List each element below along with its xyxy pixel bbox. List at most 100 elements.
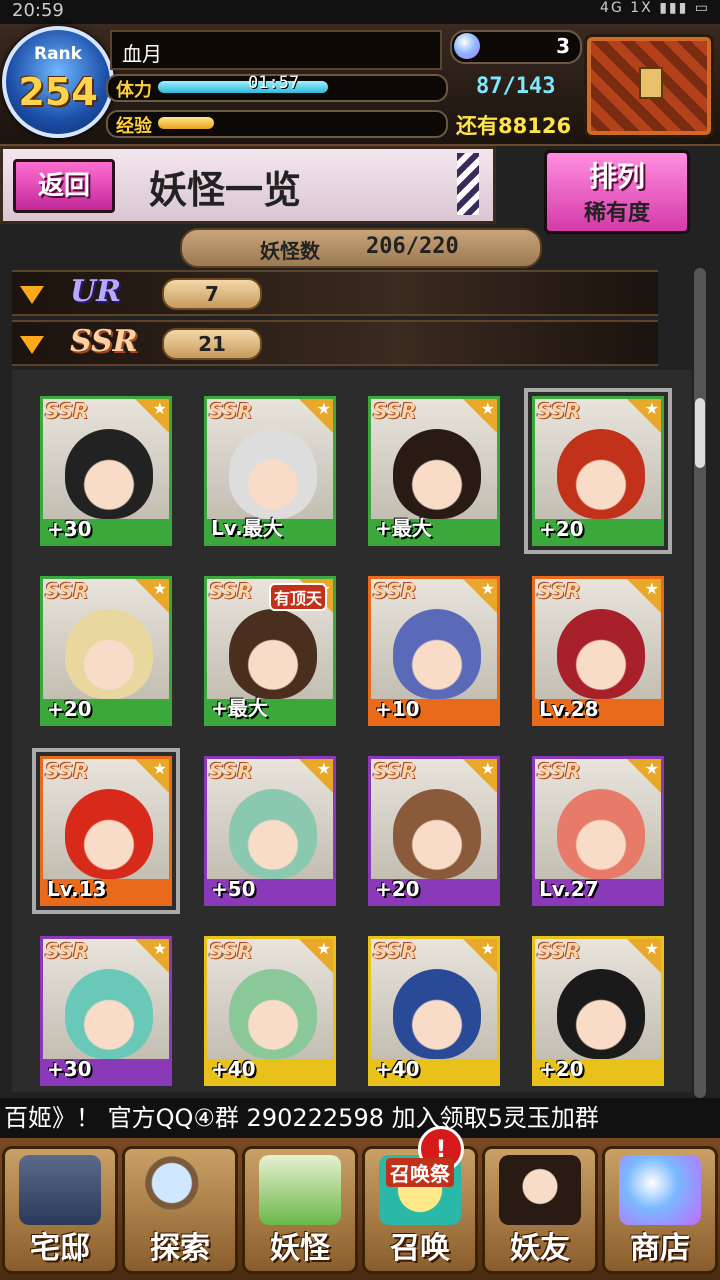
yokai-count-label: 妖怪数	[260, 239, 320, 263]
star-icon	[627, 579, 661, 613]
yokai-card[interactable]: SSR Lv.27	[532, 756, 664, 906]
nav-scroll[interactable]: 妖怪	[242, 1146, 358, 1274]
house-icon	[19, 1155, 101, 1225]
orb-icon	[619, 1155, 701, 1225]
card-rarity: SSR	[537, 939, 581, 963]
yokai-portrait	[557, 789, 645, 879]
card-level: +20	[47, 697, 92, 721]
item-chest-icon[interactable]	[584, 34, 714, 138]
title-decoration	[457, 153, 479, 215]
yokai-card[interactable]: SSR Lv.最大	[204, 396, 336, 546]
nav-friend[interactable]: 妖友	[482, 1146, 598, 1274]
expand-arrow-icon	[20, 286, 44, 304]
card-rarity: SSR	[209, 579, 253, 603]
rank-badge[interactable]: Rank 254	[2, 26, 114, 138]
nav-orb[interactable]: 商店	[602, 1146, 718, 1274]
card-level: +最大	[375, 516, 432, 540]
yokai-portrait	[229, 969, 317, 1059]
magnifier-icon	[139, 1155, 221, 1225]
gem-count: 3	[556, 34, 570, 58]
rarity-count: 21	[162, 328, 262, 360]
card-level: +30	[47, 1057, 92, 1081]
nav-label: 宅邸	[30, 1231, 90, 1266]
card-rarity: SSR	[209, 399, 253, 423]
yokai-count-value: 206/220	[366, 234, 459, 259]
clock: 20:59	[12, 0, 64, 21]
stamina-value: 87/143	[476, 74, 556, 99]
title-bar: 返回 妖怪一览	[0, 146, 496, 224]
card-rarity: SSR	[373, 579, 417, 603]
yokai-card[interactable]: SSR +50	[204, 756, 336, 906]
exp-label: 经验	[116, 116, 152, 137]
yokai-card[interactable]: SSR Lv.13	[32, 748, 180, 914]
gem-icon	[454, 33, 480, 59]
star-icon	[463, 939, 497, 973]
nav-label: 妖怪	[270, 1231, 330, 1266]
yokai-card[interactable]: SSR +20	[368, 756, 500, 906]
yokai-card[interactable]: SSR Lv.28	[532, 576, 664, 726]
yokai-portrait	[393, 789, 481, 879]
scrollbar-thumb[interactable]	[695, 398, 705, 468]
card-rarity: SSR	[373, 399, 417, 423]
nav-house[interactable]: 宅邸	[2, 1146, 118, 1274]
yokai-card[interactable]: SSR +最大	[368, 396, 500, 546]
yokai-card[interactable]: SSR +30	[40, 396, 172, 546]
yokai-card[interactable]: SSR +20	[524, 388, 672, 554]
star-icon	[463, 579, 497, 613]
card-rarity: SSR	[537, 759, 581, 783]
yokai-card[interactable]: SSR +20	[532, 936, 664, 1086]
back-button[interactable]: 返回	[13, 159, 115, 213]
yokai-portrait	[229, 609, 317, 699]
yokai-portrait	[65, 789, 153, 879]
rarity-count: 7	[162, 278, 262, 310]
nav-label: 召唤	[390, 1231, 450, 1266]
star-icon	[463, 759, 497, 793]
card-level: Lv.13	[47, 877, 107, 901]
gem-counter[interactable]: 3	[450, 30, 582, 64]
card-rarity: SSR	[209, 759, 253, 783]
card-rarity: SSR	[45, 759, 89, 783]
sort-mode-label: 稀有度	[583, 201, 650, 226]
yokai-portrait	[229, 789, 317, 879]
sort-button[interactable]: 排列 稀有度	[544, 150, 690, 234]
stamina-fill	[158, 81, 328, 93]
card-level: +40	[211, 1057, 256, 1081]
news-ticker: 百姬》！ 官方QQ④群 290222598 加入领取5灵玉加群	[0, 1098, 720, 1138]
player-name: 血月	[122, 42, 162, 66]
yokai-portrait	[393, 609, 481, 699]
player-header: Rank 254 血月 体力 01:57 87/143 经验 还有88126 3	[0, 24, 720, 146]
yokai-card[interactable]: SSR +40	[368, 936, 500, 1086]
network-indicators: 4G 1X ▮▮▮ ▭	[600, 0, 710, 16]
sort-button-label: 排列	[588, 160, 645, 193]
scrollbar[interactable]	[694, 268, 706, 1098]
ticker-text: 百姬》！ 官方QQ④群 290222598 加入领取5灵玉加群	[4, 1104, 599, 1132]
stamina-timer: 01:57	[248, 73, 300, 93]
yokai-card[interactable]: SSR +30	[40, 936, 172, 1086]
card-level: Lv.最大	[211, 516, 283, 540]
yokai-card[interactable]: SSR +20	[40, 576, 172, 726]
card-level: +20	[539, 517, 584, 541]
yokai-card[interactable]: SSR 有顶天 +最大	[204, 576, 336, 726]
star-icon	[299, 759, 333, 793]
yokai-portrait	[229, 429, 317, 519]
page-title: 妖怪一览	[149, 167, 302, 212]
nav-label: 妖友	[510, 1231, 570, 1266]
stamina-label: 体力	[116, 80, 152, 101]
status-bar: 20:59 4G 1X ▮▮▮ ▭	[0, 0, 720, 24]
yokai-card[interactable]: SSR +40	[204, 936, 336, 1086]
card-rarity: SSR	[209, 939, 253, 963]
player-name-box: 血月	[110, 30, 442, 70]
summon-festival-label: 召唤祭	[386, 1158, 454, 1187]
card-level: +40	[375, 1057, 420, 1081]
star-icon	[135, 399, 169, 433]
rarity-group-ur[interactable]: UR 7	[12, 270, 658, 316]
nav-magnifier[interactable]: 探索	[122, 1146, 238, 1274]
yokai-card[interactable]: SSR +10	[368, 576, 500, 726]
yokai-portrait	[557, 969, 645, 1059]
yokai-portrait	[557, 429, 645, 519]
yokai-grid[interactable]: SSR +30 SSR Lv.最大 SSR +最大 SSR +20 SSR +20 SSR 有顶天 +最…	[12, 370, 692, 1092]
scroll-icon	[259, 1155, 341, 1225]
exp-bar: 经验	[106, 110, 448, 138]
rank-value: 254	[18, 70, 98, 114]
rarity-group-ssr[interactable]: SSR 21	[12, 320, 658, 366]
